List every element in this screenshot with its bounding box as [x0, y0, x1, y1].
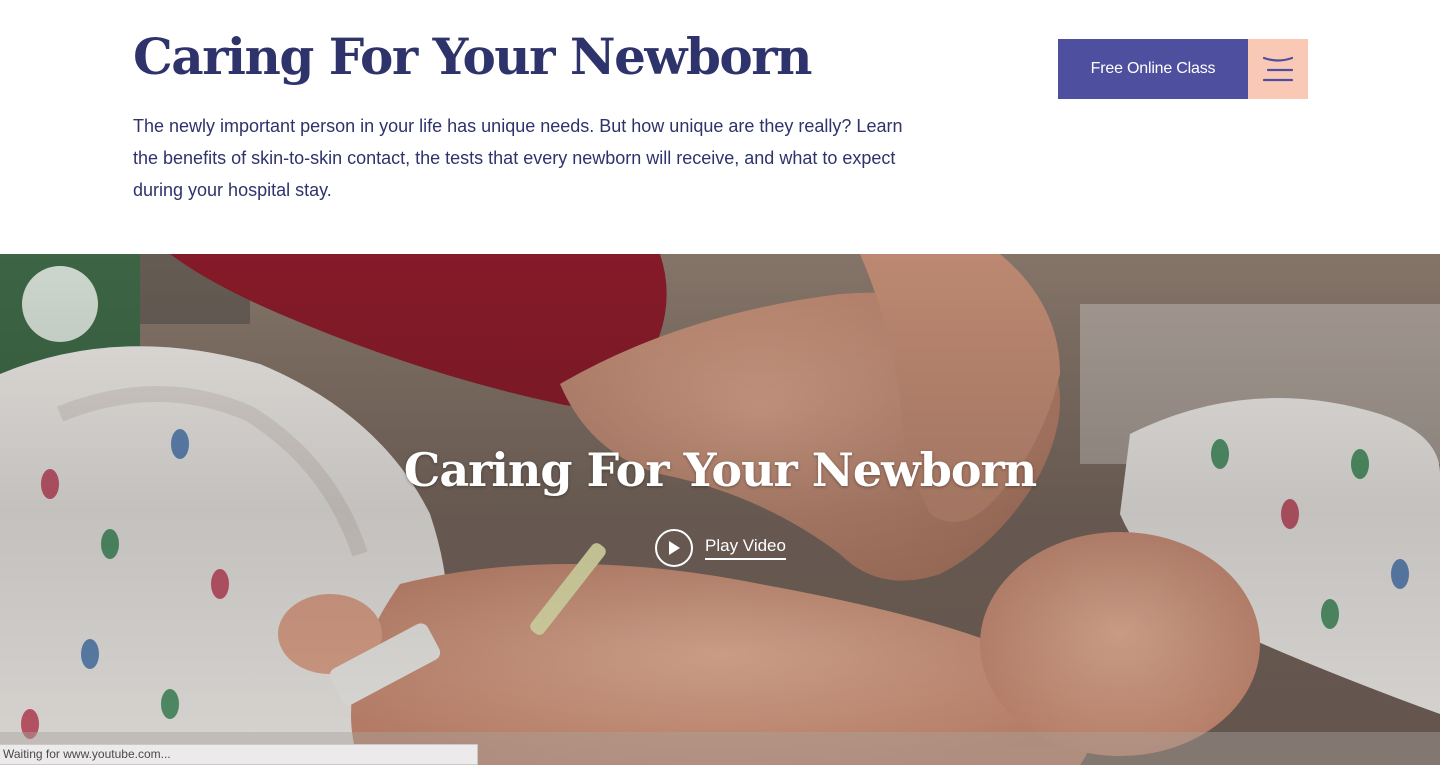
play-video-label: Play Video	[705, 536, 786, 560]
free-online-class-button[interactable]: Free Online Class	[1058, 39, 1248, 99]
page-header: Caring For Your Newborn The newly import…	[0, 0, 1440, 254]
menu-icon	[1263, 56, 1293, 82]
browser-status-bar: Waiting for www.youtube.com...	[0, 744, 478, 765]
video-hero[interactable]	[0, 254, 1440, 765]
intro-text: The newly important person in your life …	[133, 116, 903, 200]
page-title: Caring For Your Newborn	[133, 27, 812, 86]
newborn-photo	[0, 254, 1440, 765]
play-icon	[655, 529, 693, 567]
hero-title: Caring For Your Newborn	[403, 443, 1037, 497]
play-video-button[interactable]: Play Video	[655, 529, 786, 567]
menu-button[interactable]	[1248, 39, 1308, 99]
